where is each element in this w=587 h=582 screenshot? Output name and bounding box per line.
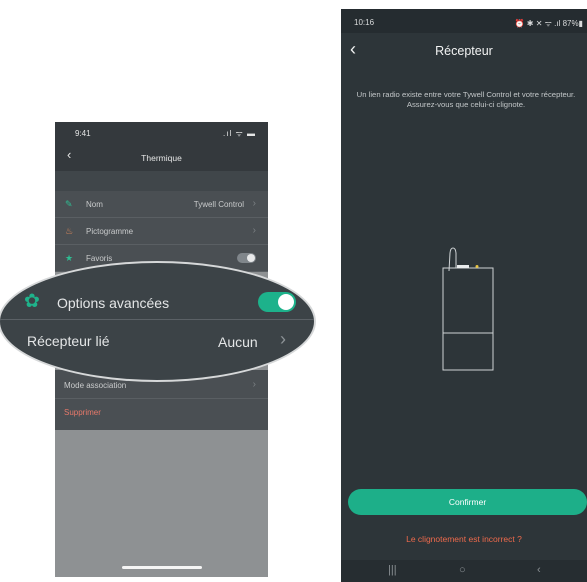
row-value: Tywell Control xyxy=(193,200,244,209)
star-icon: ★ xyxy=(65,253,74,263)
nav-bar: ‹ Thermique xyxy=(55,144,268,171)
settings-row-pictogramme[interactable]: ♨ Pictogramme › xyxy=(55,218,268,245)
status-bar: 9:41 .ıl ᯤ ▬ xyxy=(55,122,268,144)
status-time: 10:16 xyxy=(354,18,375,27)
row-label: Favoris xyxy=(86,254,113,263)
back-nav-icon[interactable]: ‹ xyxy=(537,564,541,576)
pencil-icon: ✎ xyxy=(65,199,73,209)
recent-apps-icon[interactable]: ||| xyxy=(388,564,397,576)
favoris-toggle[interactable] xyxy=(237,253,256,263)
row-label: Pictogramme xyxy=(86,227,134,236)
home-indicator xyxy=(122,566,202,569)
row-label: Mode association xyxy=(64,381,127,390)
status-time: 9:41 xyxy=(75,129,91,138)
advanced-options-toggle[interactable] xyxy=(258,292,296,312)
pictogram-icon: ♨ xyxy=(65,226,74,236)
blink-incorrect-link[interactable]: Le clignotement est incorrect ? xyxy=(341,534,587,544)
app-header: ‹ Récepteur xyxy=(341,33,587,71)
status-icons: .ıl ᯤ ▬ xyxy=(223,129,256,138)
status-icons: ⏰ ✱ ✕ ᯤ .ıl 87%▮ xyxy=(514,19,583,28)
row-label: Nom xyxy=(86,200,103,209)
settings-row-nom[interactable]: ✎ Nom Tywell Control › xyxy=(55,191,268,218)
divider xyxy=(0,319,314,320)
chevron-right-icon: › xyxy=(252,198,256,209)
receiver-device-icon xyxy=(442,247,494,371)
instruction-text: Un lien radio existe entre votre Tywell … xyxy=(356,90,576,109)
home-icon[interactable]: ○ xyxy=(459,564,466,576)
advanced-options-label: Options avancées xyxy=(57,295,170,311)
linked-receiver-value: Aucun xyxy=(218,334,258,350)
gear-icon: ✿ xyxy=(24,291,40,312)
zoom-callout: ✿ Options avancées Récepteur lié Aucun › xyxy=(0,263,314,380)
linked-receiver-label[interactable]: Récepteur lié xyxy=(27,333,110,349)
status-bar: 10:16 ⏰ ✱ ✕ ᯤ .ıl 87%▮ xyxy=(341,9,587,33)
android-nav-bar: ||| ○ ‹ xyxy=(341,560,587,582)
page-title: Thermique xyxy=(141,153,182,163)
chevron-right-icon: › xyxy=(252,379,256,390)
page-title: Récepteur xyxy=(435,44,493,58)
right-phone-screen: 10:16 ⏰ ✱ ✕ ᯤ .ıl 87%▮ ‹ Récepteur Un li… xyxy=(341,9,587,582)
section-gap xyxy=(55,171,268,191)
chevron-right-icon[interactable]: › xyxy=(280,329,286,350)
confirm-button[interactable]: Confirmer xyxy=(348,489,587,515)
delete-row[interactable]: Supprimer xyxy=(55,399,268,425)
delete-button: Supprimer xyxy=(64,408,101,417)
chevron-right-icon: › xyxy=(252,225,256,236)
